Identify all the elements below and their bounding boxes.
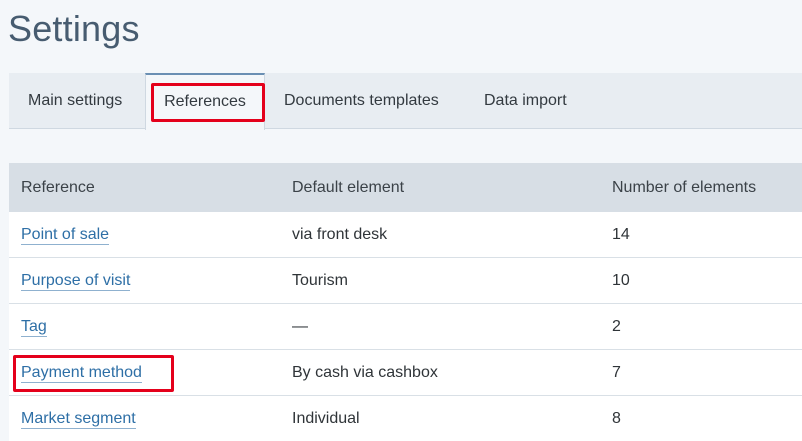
reference-cell: Purpose of visit: [9, 257, 280, 304]
reference-cell: Tag: [9, 303, 280, 350]
table-header-row: Reference Default element Number of elem…: [9, 163, 802, 212]
count-cell: 7: [600, 349, 802, 396]
default-element-cell: via front desk: [292, 225, 388, 243]
default-element-cell: Tourism: [280, 257, 600, 304]
table-row: Tag — 2: [9, 303, 802, 350]
column-header-default-element: Default element: [280, 163, 600, 212]
tab-data-import[interactable]: Data import: [484, 73, 567, 129]
settings-tabs: Main settings References Documents templ…: [9, 73, 802, 130]
tab-documents-templates[interactable]: Documents templates: [284, 73, 439, 129]
tab-references[interactable]: References: [145, 73, 265, 130]
default-element-cell: By cash via cashbox: [280, 349, 600, 396]
page-title: Settings: [8, 8, 140, 49]
reference-link-purpose-of-visit[interactable]: Purpose of visit: [21, 271, 131, 291]
count-cell: 14: [612, 225, 630, 243]
default-element-cell: —: [280, 303, 600, 350]
default-element-cell: Individual: [280, 395, 600, 441]
reference-link-market-segment[interactable]: Market segment: [21, 409, 136, 429]
column-header-reference: Reference: [9, 163, 280, 212]
reference-link-payment-method[interactable]: Payment method: [21, 363, 142, 383]
table-row: Purpose of visit Tourism 10: [9, 257, 802, 304]
count-cell: 2: [600, 303, 802, 350]
tab-main-settings[interactable]: Main settings: [28, 73, 122, 129]
column-header-number-of-elements: Number of elements: [600, 163, 802, 212]
table-row: Market segment Individual 8: [9, 395, 802, 441]
reference-link-tag[interactable]: Tag: [21, 317, 47, 337]
reference-link-point-of-sale[interactable]: Point of sale: [21, 225, 110, 245]
reference-cell: Market segment: [9, 395, 280, 441]
count-cell: 8: [600, 395, 802, 441]
count-cell: 10: [600, 257, 802, 304]
reference-cell: Payment method: [9, 349, 280, 396]
reference-cell: Point of sale: [9, 212, 280, 258]
references-table: Reference Default element Number of elem…: [9, 163, 802, 441]
table-row: Point of sale via front desk 14: [9, 212, 802, 258]
table-row: Payment method By cash via cashbox 7: [9, 349, 802, 396]
